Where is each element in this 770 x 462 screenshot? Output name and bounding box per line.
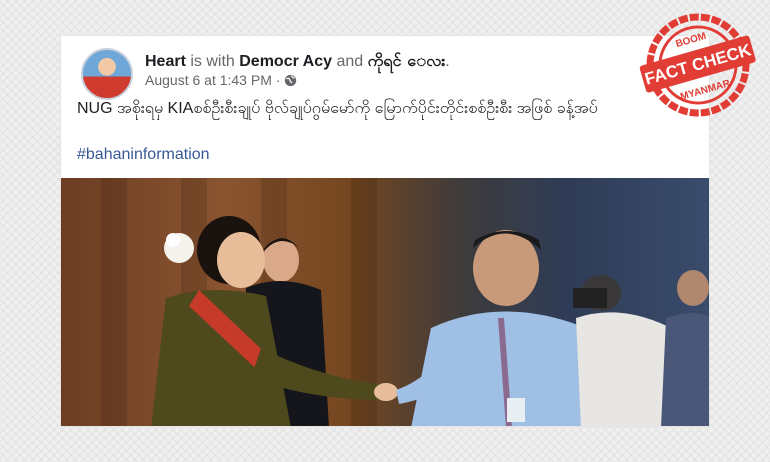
hashtag-link[interactable]: #bahaninformation bbox=[77, 146, 210, 164]
post-header: Heart is with Democr Acy and ကိုရင် ေလး. bbox=[145, 50, 450, 74]
avatar[interactable] bbox=[81, 48, 133, 100]
badge-top-text: BOOM bbox=[675, 31, 708, 50]
post-photo[interactable] bbox=[61, 178, 709, 426]
is-with-text: is with bbox=[185, 53, 240, 70]
post-meta: August 6 at 1:43 PM · bbox=[145, 72, 297, 88]
globe-icon[interactable] bbox=[284, 74, 297, 87]
boom-fact-check-badge: FACT CHECK BOOM MYANMAR bbox=[639, 13, 756, 117]
tagged-user-1[interactable]: Democr Acy bbox=[239, 53, 332, 70]
post-timestamp[interactable]: August 6 at 1:43 PM · bbox=[145, 72, 280, 88]
facebook-post-card: Heart is with Democr Acy and ကိုရင် ေလး.… bbox=[60, 35, 710, 427]
and-text: and bbox=[332, 53, 368, 70]
post-body-text: NUG အစိုးရမှ KIAစစ်ဦးစီးချုပ် ဗိုလ်ချုပ်… bbox=[77, 100, 598, 117]
author-name[interactable]: Heart bbox=[145, 53, 186, 70]
photo-people-illustration bbox=[151, 216, 709, 426]
period-text: . bbox=[445, 53, 450, 70]
tagged-user-2[interactable]: ကိုရင် ေလး bbox=[368, 53, 446, 70]
